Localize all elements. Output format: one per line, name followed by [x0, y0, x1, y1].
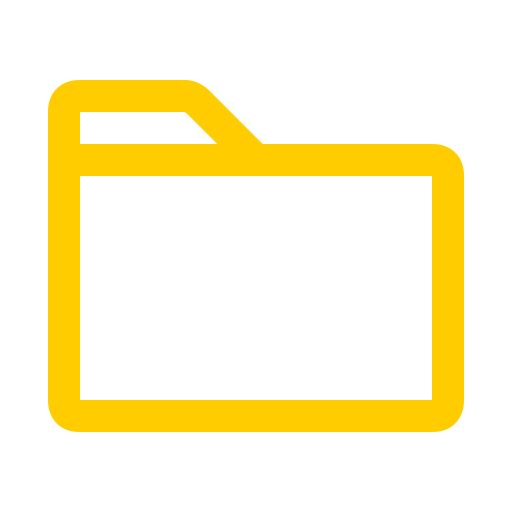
icon-canvas	[0, 0, 512, 512]
folder-icon	[48, 80, 464, 432]
